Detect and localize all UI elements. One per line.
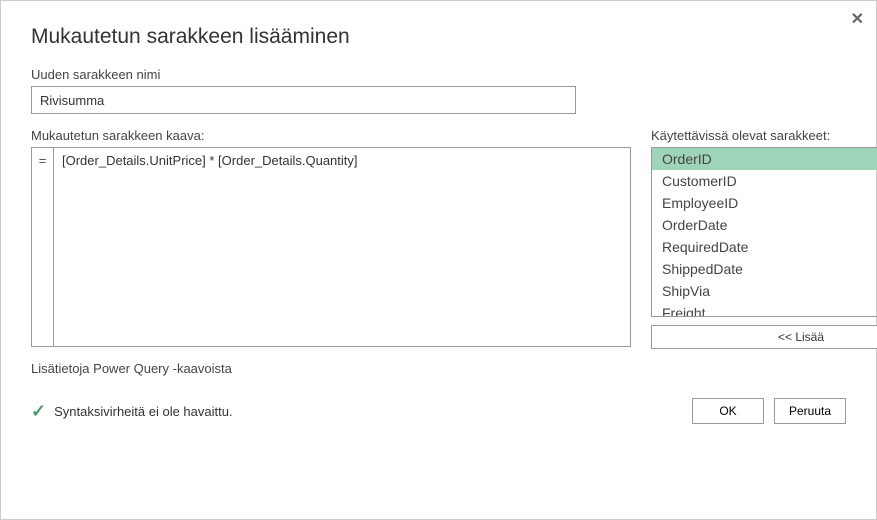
column-item-employeeid[interactable]: EmployeeID <box>652 192 877 214</box>
column-item-customerid[interactable]: CustomerID <box>652 170 877 192</box>
cancel-button[interactable]: Peruuta <box>774 398 846 424</box>
formula-label: Mukautetun sarakkeen kaava: <box>31 128 631 143</box>
formula-prefix: = <box>31 147 53 347</box>
column-item-orderdate[interactable]: OrderDate <box>652 214 877 236</box>
dialog-title: Mukautetun sarakkeen lisääminen <box>31 25 846 49</box>
column-name-input[interactable] <box>31 86 576 114</box>
insert-column-button[interactable]: << Lisää <box>651 325 877 349</box>
column-item-freight[interactable]: Freight <box>652 302 877 316</box>
available-columns-label: Käytettävissä olevat sarakkeet: <box>651 128 877 143</box>
status-text: Syntaksivirheitä ei ole havaittu. <box>54 404 232 419</box>
check-icon: ✓ <box>31 401 46 422</box>
custom-column-dialog: ✕ Mukautetun sarakkeen lisääminen Uuden … <box>0 0 877 520</box>
available-columns-list: OrderID CustomerID EmployeeID OrderDate … <box>651 147 877 317</box>
column-item-orderid[interactable]: OrderID <box>652 148 877 170</box>
learn-more-link[interactable]: Lisätietoja Power Query -kaavoista <box>31 361 846 376</box>
close-button[interactable]: ✕ <box>851 9 864 29</box>
column-item-shipvia[interactable]: ShipVia <box>652 280 877 302</box>
ok-button[interactable]: OK <box>692 398 764 424</box>
column-name-label: Uuden sarakkeen nimi <box>31 67 846 82</box>
column-item-requireddate[interactable]: RequiredDate <box>652 236 877 258</box>
syntax-status: ✓ Syntaksivirheitä ei ole havaittu. <box>31 401 233 422</box>
column-item-shippeddate[interactable]: ShippedDate <box>652 258 877 280</box>
formula-input[interactable]: [Order_Details.UnitPrice] * [Order_Detai… <box>53 147 631 347</box>
